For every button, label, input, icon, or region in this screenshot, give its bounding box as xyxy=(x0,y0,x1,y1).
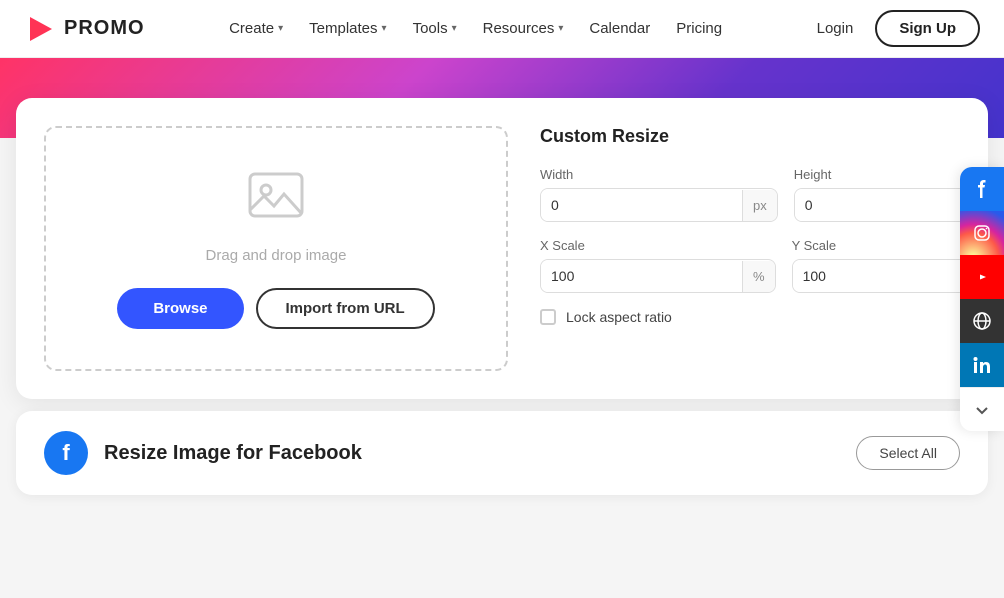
upload-area[interactable]: Drag and drop image Browse Import from U… xyxy=(44,126,508,371)
upload-buttons: Browse Import from URL xyxy=(117,288,434,329)
xscale-input-wrap: % xyxy=(540,259,776,293)
more-social-button[interactable] xyxy=(960,387,1004,431)
promo-logo-icon xyxy=(24,13,56,45)
width-field: Width px xyxy=(540,167,778,222)
social-sidebar xyxy=(960,167,1004,431)
linkedin-social-button[interactable] xyxy=(960,343,1004,387)
nav-pricing[interactable]: Pricing xyxy=(666,14,732,43)
xscale-label: X Scale xyxy=(540,238,776,253)
select-all-button[interactable]: Select All xyxy=(856,436,960,470)
nav-create[interactable]: Create ▾ xyxy=(219,14,293,43)
facebook-logo: f xyxy=(44,431,88,475)
signup-button[interactable]: Sign Up xyxy=(875,10,980,47)
nav-tools[interactable]: Tools ▾ xyxy=(403,14,467,43)
youtube-social-button[interactable] xyxy=(960,255,1004,299)
lock-aspect-label: Lock aspect ratio xyxy=(566,309,672,325)
chevron-down-icon: ▾ xyxy=(382,23,387,34)
chevron-down-icon: ▾ xyxy=(452,23,457,34)
login-link[interactable]: Login xyxy=(807,14,864,43)
xscale-field: X Scale % xyxy=(540,238,776,293)
width-input-wrap: px xyxy=(540,188,778,222)
width-label: Width xyxy=(540,167,778,182)
resize-panel: Custom Resize Width px Height px xyxy=(540,126,960,371)
resize-title: Custom Resize xyxy=(540,126,960,147)
main-content: Drag and drop image Browse Import from U… xyxy=(0,98,1004,495)
lock-aspect-row: Lock aspect ratio xyxy=(540,309,960,325)
width-unit: px xyxy=(742,190,777,221)
resize-scale-row: X Scale % Y Scale % xyxy=(540,238,960,293)
nav-links: Create ▾ Templates ▾ Tools ▾ Resources ▾… xyxy=(219,14,732,43)
width-input[interactable] xyxy=(541,189,742,221)
globe-social-button[interactable] xyxy=(960,299,1004,343)
logo[interactable]: PROMO xyxy=(24,13,145,45)
navbar: PROMO Create ▾ Templates ▾ Tools ▾ Resou… xyxy=(0,0,1004,58)
lock-aspect-checkbox[interactable] xyxy=(540,309,556,325)
upload-text: Drag and drop image xyxy=(206,247,347,264)
tool-card: Drag and drop image Browse Import from U… xyxy=(16,98,988,399)
chevron-down-icon: ▾ xyxy=(278,23,283,34)
xscale-input[interactable] xyxy=(541,260,742,292)
nav-resources[interactable]: Resources ▾ xyxy=(473,14,574,43)
nav-actions: Login Sign Up xyxy=(807,10,980,47)
browse-button[interactable]: Browse xyxy=(117,288,243,329)
facebook-social-button[interactable] xyxy=(960,167,1004,211)
resize-dimensions-row: Width px Height px xyxy=(540,167,960,222)
nav-templates[interactable]: Templates ▾ xyxy=(299,14,396,43)
bottom-title: Resize Image for Facebook xyxy=(104,442,362,465)
chevron-down-icon: ▾ xyxy=(558,23,563,34)
bottom-left: f Resize Image for Facebook xyxy=(44,431,362,475)
nav-calendar[interactable]: Calendar xyxy=(579,14,660,43)
bottom-section: f Resize Image for Facebook Select All xyxy=(16,411,988,495)
logo-text: PROMO xyxy=(64,17,145,40)
image-icon xyxy=(246,168,306,231)
instagram-social-button[interactable] xyxy=(960,211,1004,255)
import-url-button[interactable]: Import from URL xyxy=(256,288,435,329)
xscale-unit: % xyxy=(742,261,775,292)
